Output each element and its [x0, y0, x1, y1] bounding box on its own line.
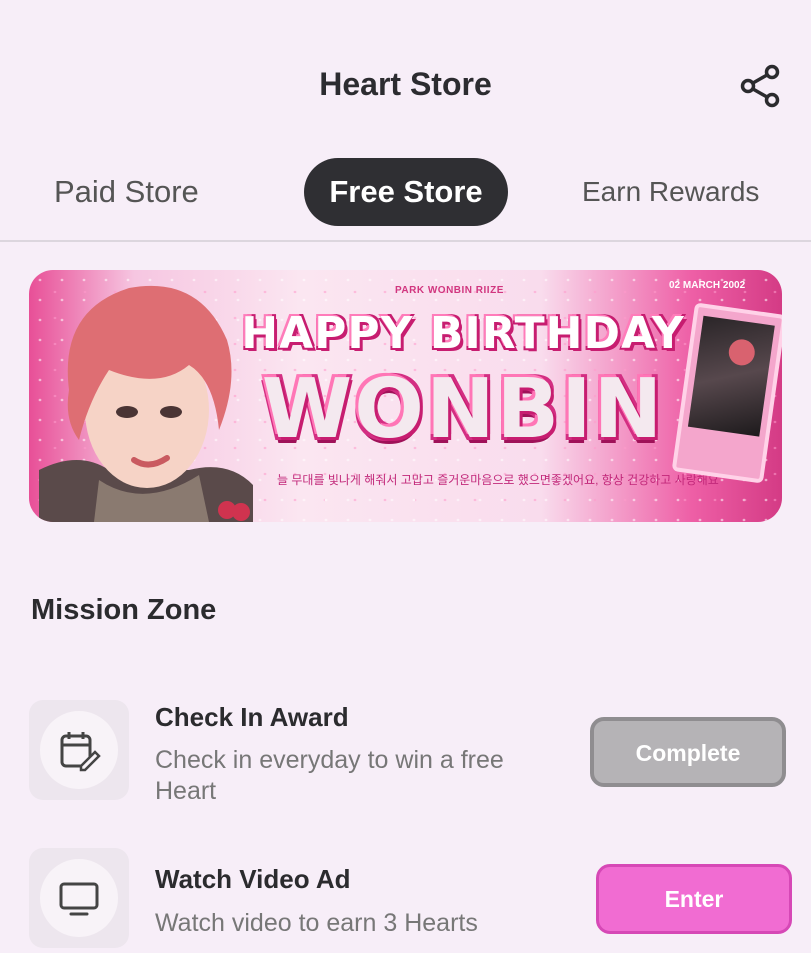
tab-earn-rewards[interactable]: Earn Rewards	[582, 158, 759, 226]
header: Heart Store	[0, 0, 811, 160]
complete-button: Complete	[590, 717, 786, 787]
banner-headline: HAPPY BIRTHDAY	[241, 308, 685, 359]
birthday-banner[interactable]: PARK WONBIN RIIZE 02 MARCH 2002 HAPPY BI…	[29, 270, 782, 522]
banner-message: 늘 무대를 빛나게 해줘서 고맙고 즐거운마음으로 했으면좋겠어요, 항상 건강…	[277, 473, 719, 487]
share-icon[interactable]	[738, 63, 784, 109]
monitor-icon	[29, 848, 129, 948]
banner-small-text: PARK WONBIN RIIZE	[395, 285, 504, 296]
mission-description: Check in everyday to win a free Heart	[155, 746, 504, 805]
mission-title: Check In Award	[155, 702, 349, 732]
page-title: Heart Store	[319, 66, 492, 102]
mission-title: Watch Video Ad	[155, 864, 351, 894]
tab-paid-store[interactable]: Paid Store	[54, 158, 199, 226]
banner-name: WONBIN	[261, 362, 665, 457]
mission-zone-title: Mission Zone	[31, 594, 217, 626]
tab-free-store[interactable]: Free Store	[304, 158, 508, 226]
calendar-edit-icon	[29, 700, 129, 800]
store-tabs: Paid Store Free Store Earn Rewards	[0, 158, 811, 242]
enter-button[interactable]: Enter	[596, 864, 792, 934]
portrait-image	[39, 285, 253, 522]
mission-description: Watch video to earn 3 Hearts	[155, 909, 478, 937]
banner-date: 02 MARCH 2002	[669, 280, 746, 291]
